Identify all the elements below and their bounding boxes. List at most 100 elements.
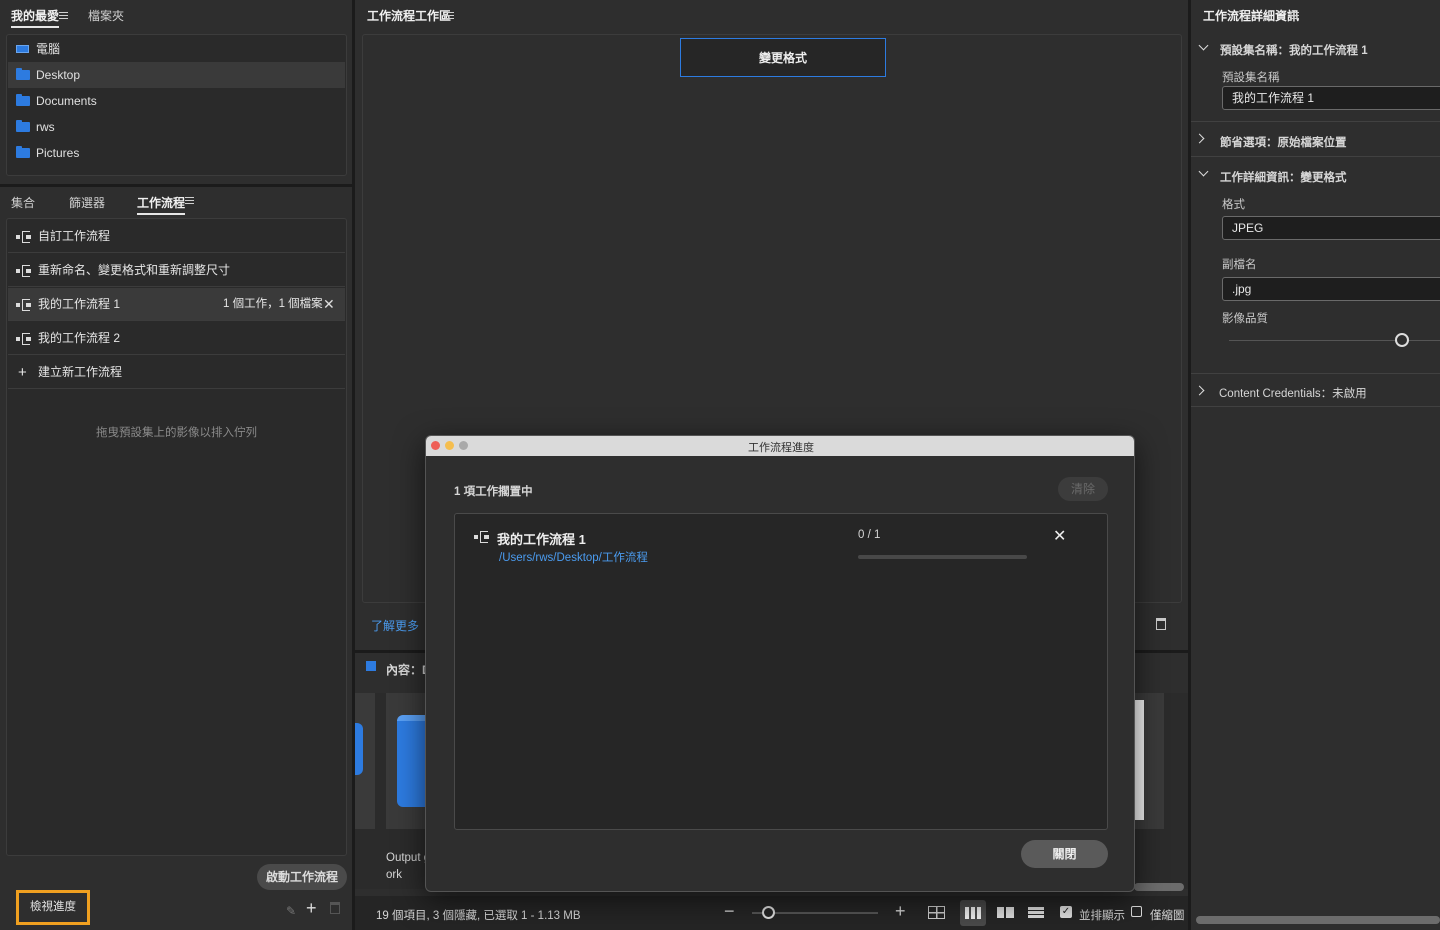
workflow-icon	[16, 333, 32, 345]
divider	[1191, 373, 1440, 374]
dialog-titlebar: 工作流程進度	[426, 436, 1134, 456]
workflow-menu-icon[interactable]	[185, 197, 194, 204]
job-progress-bar	[858, 555, 1027, 559]
divider	[1191, 156, 1440, 157]
queue-hint: 拖曳預設集上的影像以排入佇列	[96, 427, 257, 439]
chevron-right-icon[interactable]	[1194, 133, 1205, 144]
job-name: 我的工作流程 1	[497, 532, 586, 547]
details-view-icon[interactable]	[997, 907, 1014, 918]
workflow-status: 1 個工作，1 個檔案	[223, 298, 323, 310]
content-credentials-header[interactable]: Content Credentials：未啟用	[1219, 385, 1367, 401]
quality-slider[interactable]	[1229, 333, 1440, 347]
tab-favorites[interactable]: 我的最愛	[11, 0, 60, 30]
divider	[1191, 121, 1440, 122]
workspace-title: 工作流程工作區	[367, 9, 452, 23]
save-options-header[interactable]: 節省選項：原始檔案位置	[1220, 134, 1347, 150]
quality-slider-thumb[interactable]	[1395, 333, 1410, 347]
add-icon[interactable]: +	[306, 898, 317, 919]
status-bar: 19 個項目, 3 個隱藏, 已選取 1 - 1.13 MB − + ✓ 並排顯…	[355, 896, 1188, 930]
workflow-icon	[16, 299, 32, 311]
quality-label: 影像品質	[1222, 313, 1268, 325]
close-button[interactable]: 關閉	[1021, 840, 1108, 868]
chevron-down-icon[interactable]	[1198, 166, 1209, 177]
view-progress-button[interactable]: 檢視進度	[16, 890, 90, 925]
favorites-menu-icon[interactable]	[59, 12, 68, 19]
workflow-item-rename-format-resize[interactable]: 重新命名、變更格式和重新調整尺寸	[8, 254, 345, 287]
folder-icon	[16, 68, 30, 80]
step-card-change-format[interactable]: 變更格式	[680, 38, 886, 77]
start-workflow-button[interactable]: 啟動工作流程	[257, 864, 347, 890]
extension-label: 副檔名	[1222, 259, 1257, 271]
vertical-scrollbar[interactable]	[1196, 916, 1440, 924]
thumbnail-caption: ork	[386, 869, 402, 881]
workflow-icon	[16, 231, 32, 243]
zoom-in-icon[interactable]: +	[895, 901, 906, 922]
divider	[1191, 406, 1440, 407]
preset-name-label: 預設集名稱	[1222, 72, 1280, 84]
details-title: 工作流程詳細資訊	[1203, 9, 1300, 23]
status-text: 19 個項目, 3 個隱藏, 已選取 1 - 1.13 MB	[376, 910, 581, 922]
workflow-progress-dialog: 工作流程進度 1 項工作擱置中 清除 我的工作流程 1 /Users/rws/D…	[425, 435, 1135, 892]
preset-name-input[interactable]: 我的工作流程 1	[1222, 86, 1440, 110]
content-icon	[366, 661, 376, 671]
thumb-only-checkbox[interactable]	[1131, 906, 1142, 917]
favorites-list: 電腦 Desktop Documents rws Pictures	[6, 34, 347, 176]
tab-folders[interactable]: 檔案夾	[88, 0, 124, 30]
folder-icon	[16, 94, 30, 106]
chevron-down-icon[interactable]	[1198, 40, 1209, 51]
favorite-item-pictures[interactable]: Pictures	[8, 140, 345, 166]
tab-filters[interactable]: 篩選器	[69, 187, 105, 217]
preset-section-header[interactable]: 預設集名稱：我的工作流程 1	[1220, 42, 1368, 58]
workflow-icon	[474, 531, 490, 543]
favorites-panel: 我的最愛 檔案夾 電腦 Desktop Documents rws Pictur…	[0, 0, 352, 184]
chevron-right-icon[interactable]	[1194, 385, 1205, 396]
pending-summary: 1 項工作擱置中	[454, 486, 533, 498]
extension-select[interactable]: .jpg	[1222, 277, 1440, 301]
workflow-list: 自訂工作流程 重新命名、變更格式和重新調整尺寸 我的工作流程 1 1 個工作，1…	[6, 218, 347, 856]
workflow-item-my-workflow-1[interactable]: 我的工作流程 1 1 個工作，1 個檔案 ✕	[8, 288, 345, 321]
delete-step-icon[interactable]	[1156, 618, 1166, 630]
plus-icon: +	[18, 364, 27, 381]
zoom-out-icon[interactable]: −	[724, 901, 735, 922]
zoom-slider-thumb[interactable]	[762, 906, 775, 919]
favorite-item-computer[interactable]: 電腦	[8, 36, 345, 62]
create-workflow-button[interactable]: + 建立新工作流程	[8, 356, 345, 389]
thumbnail-view-icon[interactable]	[960, 900, 986, 926]
stack-checkbox[interactable]: ✓	[1060, 906, 1072, 918]
grid-lock-icon[interactable]	[928, 906, 945, 919]
folder-icon	[16, 120, 30, 132]
format-select[interactable]: JPEG	[1222, 216, 1440, 240]
workflow-item-my-workflow-2[interactable]: 我的工作流程 2	[8, 322, 345, 355]
workflow-panel: 集合 篩選器 工作流程 自訂工作流程 重新命名、變更格式和重新調整尺寸 我的工作…	[0, 187, 352, 930]
job-list: 我的工作流程 1 /Users/rws/Desktop/工作流程 0 / 1 ✕	[454, 513, 1108, 830]
stack-label: 並排顯示	[1079, 910, 1125, 922]
computer-icon	[16, 45, 29, 53]
clear-button[interactable]: 清除	[1058, 477, 1108, 501]
pencil-icon[interactable]: ✎	[286, 904, 296, 918]
details-menu-icon[interactable]	[1290, 12, 1299, 19]
favorite-item-documents[interactable]: Documents	[8, 88, 345, 114]
job-progress-text: 0 / 1	[858, 529, 881, 541]
thumbnail-partial[interactable]	[355, 693, 375, 829]
favorite-item-rws[interactable]: rws	[8, 114, 345, 140]
dialog-title: 工作流程進度	[748, 442, 814, 454]
learn-more-link[interactable]: 了解更多	[371, 617, 419, 634]
horizontal-scrollbar[interactable]	[1134, 883, 1184, 891]
job-details-header[interactable]: 工作詳細資訊：變更格式	[1220, 169, 1347, 185]
job-path-link[interactable]: /Users/rws/Desktop/工作流程	[499, 549, 648, 565]
trash-icon[interactable]	[330, 902, 340, 914]
list-view-icon[interactable]	[1028, 907, 1044, 918]
workspace-menu-icon[interactable]	[445, 12, 454, 19]
tab-collections[interactable]: 集合	[11, 187, 35, 217]
favorite-item-desktop[interactable]: Desktop	[8, 62, 345, 88]
zoom-slider[interactable]	[752, 906, 878, 919]
folder-icon	[16, 146, 30, 158]
format-label: 格式	[1222, 199, 1245, 211]
thumb-only-label: 僅縮圖	[1150, 910, 1185, 922]
remove-icon[interactable]: ✕	[323, 288, 335, 321]
tab-workflow[interactable]: 工作流程	[137, 187, 186, 217]
workflow-item-custom[interactable]: 自訂工作流程	[8, 220, 345, 253]
thumbnail-right[interactable]	[1134, 693, 1164, 829]
workflow-icon	[16, 265, 32, 277]
cancel-job-icon[interactable]: ✕	[1053, 526, 1066, 546]
